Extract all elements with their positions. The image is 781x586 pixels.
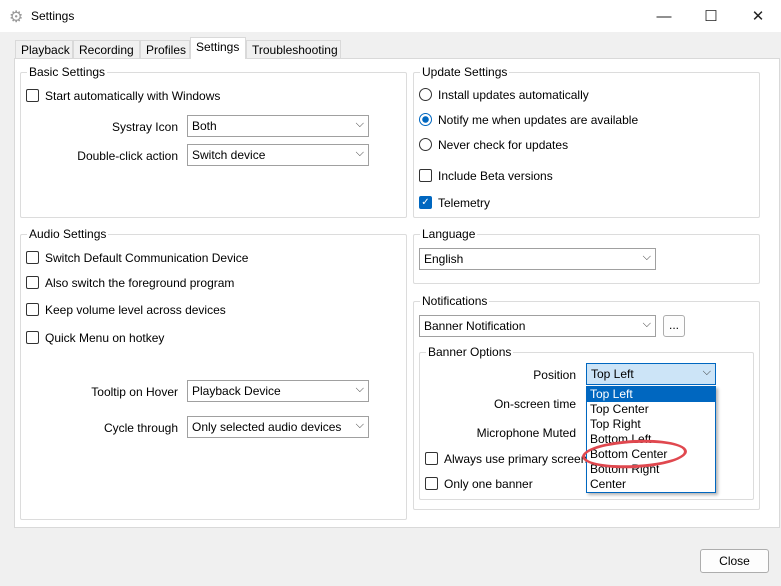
group-title: Basic Settings	[27, 65, 108, 79]
chevron-down-icon: ⌵	[355, 118, 364, 130]
tab-recording[interactable]: Recording	[73, 40, 140, 59]
beta-checkbox[interactable]	[419, 169, 432, 182]
telemetry-label: Telemetry	[438, 196, 491, 210]
foreground-checkbox[interactable]	[26, 276, 39, 289]
group-title: Notifications	[420, 294, 490, 308]
option-top-right[interactable]: Top Right	[587, 417, 715, 432]
chevron-down-icon: ⌵	[642, 318, 651, 330]
cycle-label: Cycle through	[103, 421, 178, 435]
option-top-center[interactable]: Top Center	[587, 402, 715, 417]
notify-label: Notify me when updates are available	[438, 113, 639, 127]
dblclick-select[interactable]: Switch device ⌵	[187, 144, 369, 166]
position-value: Top Left	[591, 367, 634, 381]
chevron-down-icon: ⌵	[702, 366, 711, 378]
one-banner-checkbox[interactable]	[425, 477, 438, 490]
systray-select[interactable]: Both ⌵	[187, 115, 369, 137]
cycle-select[interactable]: Only selected audio devices ⌵	[187, 416, 369, 438]
tab-profiles[interactable]: Profiles	[140, 40, 190, 59]
chevron-down-icon: ⌵	[642, 251, 651, 263]
group-title: Banner Options	[426, 345, 514, 359]
dblclick-label: Double-click action	[77, 149, 178, 163]
notification-type-value: Banner Notification	[424, 319, 526, 333]
one-banner-label: Only one banner	[444, 477, 533, 491]
install-auto-label: Install updates automatically	[438, 88, 589, 102]
language-select[interactable]: English ⌵	[419, 248, 656, 270]
onscreen-time-label: On-screen time	[493, 397, 576, 411]
primary-screen-checkbox[interactable]	[425, 452, 438, 465]
notification-options-button[interactable]: ...	[663, 315, 685, 337]
quick-menu-checkbox[interactable]	[26, 331, 39, 344]
dblclick-value: Switch device	[192, 148, 266, 162]
tooltip-select[interactable]: Playback Device ⌵	[187, 380, 369, 402]
telemetry-checkbox[interactable]: ✓	[419, 196, 432, 209]
tab-playback[interactable]: Playback	[15, 40, 73, 59]
position-label: Position	[533, 368, 576, 382]
tooltip-label: Tooltip on Hover	[91, 385, 178, 399]
chevron-down-icon: ⌵	[355, 419, 364, 431]
mic-muted-label: Microphone Muted	[476, 426, 576, 440]
tab-troubleshooting[interactable]: Troubleshooting	[246, 40, 341, 59]
close-button[interactable]: Close	[700, 549, 769, 573]
tooltip-value: Playback Device	[192, 384, 281, 398]
install-auto-radio[interactable]	[419, 88, 432, 101]
cycle-value: Only selected audio devices	[192, 420, 342, 434]
keep-volume-label: Keep volume level across devices	[45, 303, 226, 317]
group-title: Language	[420, 227, 478, 241]
systray-value: Both	[192, 119, 217, 133]
comm-device-label: Switch Default Communication Device	[45, 251, 249, 265]
never-check-label: Never check for updates	[438, 138, 569, 152]
systray-label: Systray Icon	[111, 120, 178, 134]
chevron-down-icon: ⌵	[355, 147, 364, 159]
comm-device-checkbox[interactable]	[26, 251, 39, 264]
close-window-button[interactable]: ✕	[735, 0, 781, 32]
notify-radio[interactable]	[419, 113, 432, 126]
keep-volume-checkbox[interactable]	[26, 303, 39, 316]
language-value: English	[424, 252, 464, 266]
tab-settings[interactable]: Settings	[190, 37, 246, 59]
gear-icon: ⚙	[9, 9, 24, 26]
window-title: Settings	[31, 9, 75, 23]
start-auto-label: Start automatically with Windows	[45, 89, 221, 103]
group-title: Audio Settings	[27, 227, 109, 241]
option-center[interactable]: Center	[587, 477, 715, 492]
primary-screen-label: Always use primary screen	[444, 452, 588, 466]
start-auto-checkbox[interactable]	[26, 89, 39, 102]
option-top-left[interactable]: Top Left	[587, 387, 715, 402]
beta-label: Include Beta versions	[438, 169, 553, 183]
minimize-button[interactable]: —	[641, 0, 687, 32]
chevron-down-icon: ⌵	[355, 383, 364, 395]
maximize-button[interactable]: ☐	[688, 0, 734, 32]
quick-menu-label: Quick Menu on hotkey	[45, 331, 165, 345]
never-check-radio[interactable]	[419, 138, 432, 151]
foreground-label: Also switch the foreground program	[45, 276, 235, 290]
notification-type-select[interactable]: Banner Notification ⌵	[419, 315, 656, 337]
position-select[interactable]: Top Left ⌵	[586, 363, 716, 385]
group-title: Update Settings	[420, 65, 510, 79]
